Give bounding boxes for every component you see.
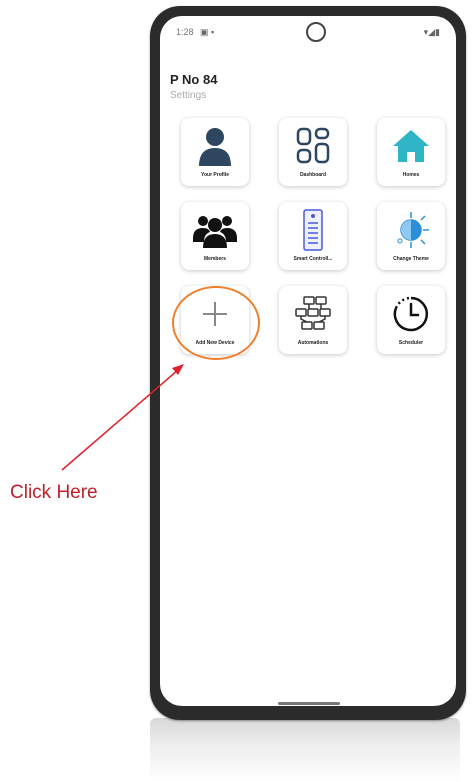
arrow-annotation xyxy=(61,364,184,471)
click-here-label: Click Here xyxy=(10,482,98,503)
